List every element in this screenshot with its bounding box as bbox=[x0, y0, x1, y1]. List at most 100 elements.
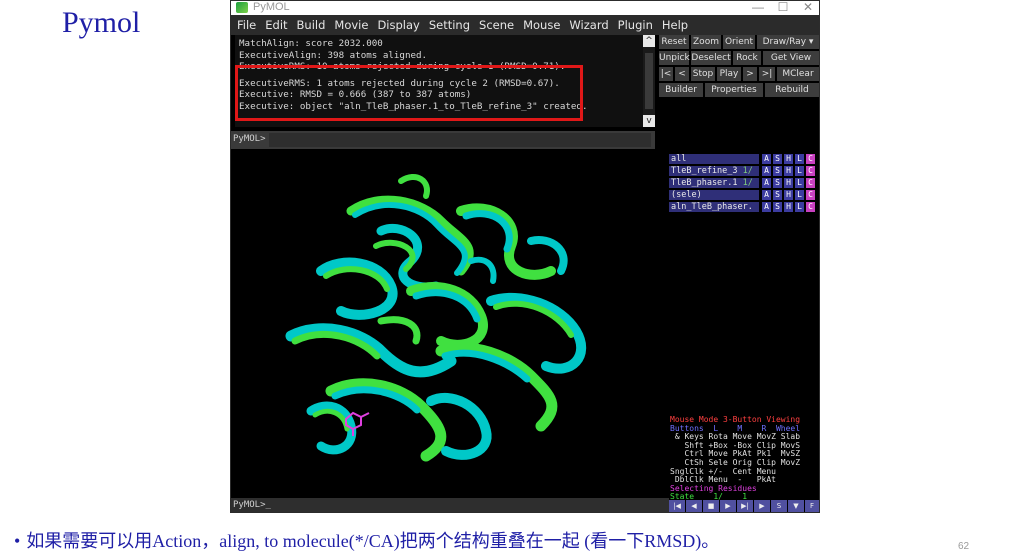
action-button[interactable]: A bbox=[762, 166, 771, 176]
label-button[interactable]: L bbox=[795, 154, 804, 164]
output-console[interactable]: MatchAlign: score 2032.000 ExecutiveAlig… bbox=[235, 35, 643, 127]
stop-button[interactable]: Stop bbox=[691, 67, 715, 81]
zoom-button[interactable]: Zoom bbox=[691, 35, 721, 49]
label-button[interactable]: L bbox=[795, 166, 804, 176]
3d-viewport[interactable] bbox=[231, 151, 669, 496]
console-line: Executive: object "aln_TleB_phaser.1_to_… bbox=[239, 100, 588, 112]
movie-first-button[interactable]: |◀ bbox=[669, 500, 685, 512]
show-button[interactable]: S bbox=[773, 166, 782, 176]
object-name[interactable]: aln_TleB_phaser. bbox=[669, 202, 759, 212]
slide-bullet: • 如果需要可以用Action，align, to molecule(*/CA)把… bbox=[14, 527, 719, 553]
unpick-button[interactable]: Unpick bbox=[659, 51, 690, 65]
pymol-window: PyMOL — ☐ ✕ File Edit Build Movie Displa… bbox=[230, 0, 820, 513]
movie-fullscreen-button[interactable]: F bbox=[805, 500, 819, 512]
orient-button[interactable]: Orient bbox=[723, 35, 755, 49]
label-button[interactable]: L bbox=[795, 190, 804, 200]
deselect-button[interactable]: Deselect bbox=[691, 51, 731, 65]
color-button[interactable]: C bbox=[806, 154, 815, 164]
builder-button[interactable]: Builder bbox=[659, 83, 703, 97]
minimize-button[interactable]: — bbox=[746, 1, 770, 15]
hide-button[interactable]: H bbox=[784, 202, 793, 212]
action-button[interactable]: A bbox=[762, 154, 771, 164]
menu-scene[interactable]: Scene bbox=[479, 18, 514, 32]
object-name[interactable]: TleB_phaser.1 1/ bbox=[669, 178, 759, 188]
hide-button[interactable]: H bbox=[784, 190, 793, 200]
menu-build[interactable]: Build bbox=[297, 18, 326, 32]
menu-plugin[interactable]: Plugin bbox=[618, 18, 653, 32]
mouse-mode-panel[interactable]: Mouse Mode 3-Button Viewing Buttons L M … bbox=[669, 415, 819, 501]
object-row-all[interactable]: all A S H L C bbox=[669, 154, 819, 165]
menu-display[interactable]: Display bbox=[377, 18, 419, 32]
reset-button[interactable]: Reset bbox=[659, 35, 689, 49]
play-button[interactable]: Play bbox=[717, 67, 741, 81]
title-bar: PyMOL — ☐ ✕ bbox=[231, 1, 819, 15]
status-prompt[interactable]: PyMOL>_ bbox=[233, 500, 271, 510]
scroll-down-arrow[interactable]: v bbox=[643, 115, 655, 127]
color-button[interactable]: C bbox=[806, 190, 815, 200]
object-name[interactable]: TleB_refine_3 1/ bbox=[669, 166, 759, 176]
control-buttons: Reset Zoom Orient Draw/Ray ▾ Unpick Dese… bbox=[659, 35, 819, 97]
object-row-tleb-phaser[interactable]: TleB_phaser.1 1/ A S H L C bbox=[669, 178, 819, 189]
hide-button[interactable]: H bbox=[784, 178, 793, 188]
menu-edit[interactable]: Edit bbox=[265, 18, 287, 32]
hide-button[interactable]: H bbox=[784, 166, 793, 176]
menu-help[interactable]: Help bbox=[662, 18, 688, 32]
color-button[interactable]: C bbox=[806, 166, 815, 176]
movie-menu-button[interactable]: ▼ bbox=[788, 500, 804, 512]
first-frame-button[interactable]: |< bbox=[659, 67, 673, 81]
command-prompt: PyMOL> bbox=[233, 134, 266, 144]
object-row-tleb-refine[interactable]: TleB_refine_3 1/ A S H L C bbox=[669, 166, 819, 177]
get-view-button[interactable]: Get View bbox=[763, 51, 819, 65]
prev-frame-button[interactable]: < bbox=[675, 67, 689, 81]
command-input[interactable] bbox=[269, 133, 651, 147]
movie-controls: |◀ ◀ ■ ▶ ▶| ▶ S ▼ F bbox=[669, 500, 819, 512]
console-scrollbar[interactable]: ^ v bbox=[643, 35, 655, 127]
movie-stop-button[interactable]: ■ bbox=[703, 500, 719, 512]
menu-bar: File Edit Build Movie Display Setting Sc… bbox=[231, 15, 819, 35]
maximize-button[interactable]: ☐ bbox=[771, 1, 795, 15]
action-button[interactable]: A bbox=[762, 202, 771, 212]
label-button[interactable]: L bbox=[795, 202, 804, 212]
object-row-aln[interactable]: aln_TleB_phaser. A S H L C bbox=[669, 202, 819, 213]
menu-mouse[interactable]: Mouse bbox=[523, 18, 560, 32]
movie-next-button[interactable]: ▶ bbox=[754, 500, 770, 512]
close-button[interactable]: ✕ bbox=[796, 1, 819, 15]
movie-last-button[interactable]: ▶| bbox=[737, 500, 753, 512]
menu-setting[interactable]: Setting bbox=[429, 18, 470, 32]
status-bar: PyMOL>_ bbox=[231, 498, 669, 512]
rebuild-button[interactable]: Rebuild bbox=[765, 83, 819, 97]
hide-button[interactable]: H bbox=[784, 154, 793, 164]
console-line: ExecutiveRMS: 1 atoms rejected during cy… bbox=[239, 77, 560, 89]
menu-movie[interactable]: Movie bbox=[334, 18, 368, 32]
menu-file[interactable]: File bbox=[237, 18, 256, 32]
menu-wizard[interactable]: Wizard bbox=[569, 18, 608, 32]
mclear-button[interactable]: MClear bbox=[777, 67, 819, 81]
next-frame-button[interactable]: > bbox=[743, 67, 757, 81]
show-button[interactable]: S bbox=[773, 154, 782, 164]
object-name[interactable]: (sele) bbox=[669, 190, 759, 200]
scroll-thumb[interactable] bbox=[645, 53, 653, 109]
bullet-marker: • bbox=[14, 531, 21, 551]
pymol-app-icon bbox=[236, 2, 248, 13]
color-button[interactable]: C bbox=[806, 202, 815, 212]
movie-play-button[interactable]: ▶ bbox=[720, 500, 736, 512]
console-line: ExecutiveAlign: 398 atoms aligned. bbox=[239, 49, 428, 61]
action-button[interactable]: A bbox=[762, 190, 771, 200]
draw-ray-button[interactable]: Draw/Ray ▾ bbox=[757, 35, 819, 49]
show-button[interactable]: S bbox=[773, 202, 782, 212]
label-button[interactable]: L bbox=[795, 178, 804, 188]
bullet-text: 如果需要可以用Action，align, to molecule(*/CA)把两… bbox=[26, 531, 720, 551]
show-button[interactable]: S bbox=[773, 178, 782, 188]
show-button[interactable]: S bbox=[773, 190, 782, 200]
color-button[interactable]: C bbox=[806, 178, 815, 188]
object-name[interactable]: all bbox=[669, 154, 759, 164]
window-title: PyMOL bbox=[253, 1, 290, 13]
movie-scene-button[interactable]: S bbox=[771, 500, 787, 512]
movie-prev-button[interactable]: ◀ bbox=[686, 500, 702, 512]
rock-button[interactable]: Rock bbox=[733, 51, 761, 65]
properties-button[interactable]: Properties bbox=[705, 83, 763, 97]
action-button[interactable]: A bbox=[762, 178, 771, 188]
object-row-sele[interactable]: (sele) A S H L C bbox=[669, 190, 819, 201]
last-frame-button[interactable]: >| bbox=[759, 67, 775, 81]
scroll-up-arrow[interactable]: ^ bbox=[643, 35, 655, 47]
